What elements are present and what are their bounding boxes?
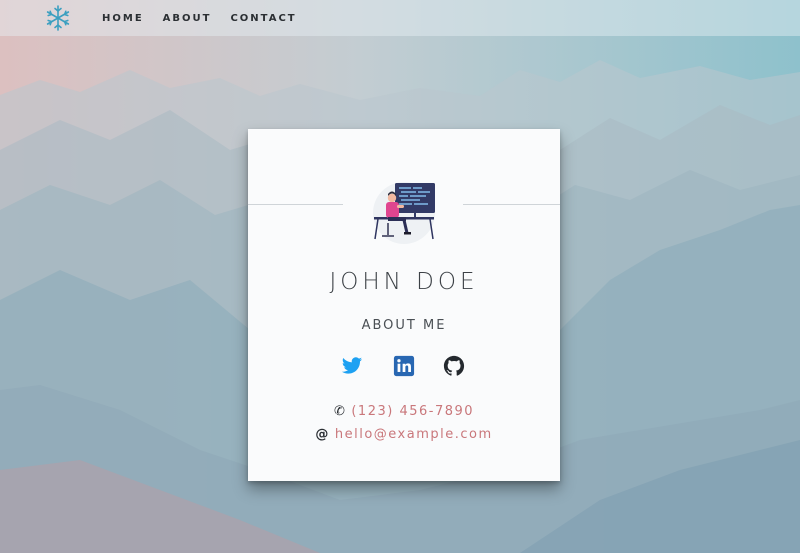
at-sign-icon: @ xyxy=(315,427,330,442)
github-icon[interactable] xyxy=(443,355,465,377)
card-divider-right xyxy=(463,204,560,205)
phone-icon: ✆ xyxy=(333,404,347,419)
profile-card: JOHN DOE ABOUT ME ✆ (123) 456-7890 @ hello… xyxy=(248,129,560,481)
about-me-link[interactable]: ABOUT ME xyxy=(248,318,560,333)
snowflake-icon[interactable] xyxy=(45,5,71,31)
card-divider-left xyxy=(248,204,343,205)
nav-contact-link[interactable]: CONTACT xyxy=(230,13,296,24)
phone-row: ✆ (123) 456-7890 xyxy=(248,404,560,419)
social-links xyxy=(341,355,471,377)
twitter-icon[interactable] xyxy=(341,355,363,377)
main-nav: HOME ABOUT CONTACT xyxy=(102,0,316,36)
developer-at-desk-illustration xyxy=(373,182,435,244)
nav-home-link[interactable]: HOME xyxy=(102,13,144,24)
nav-about-link[interactable]: ABOUT xyxy=(163,13,212,24)
phone-number-link[interactable]: (123) 456-7890 xyxy=(351,404,474,419)
profile-name: JOHN DOE xyxy=(329,269,479,295)
email-link[interactable]: hello@example.com xyxy=(335,427,493,442)
top-navbar: HOME ABOUT CONTACT xyxy=(0,0,800,36)
email-row: @ hello@example.com xyxy=(248,427,560,442)
linkedin-icon[interactable] xyxy=(393,355,415,377)
